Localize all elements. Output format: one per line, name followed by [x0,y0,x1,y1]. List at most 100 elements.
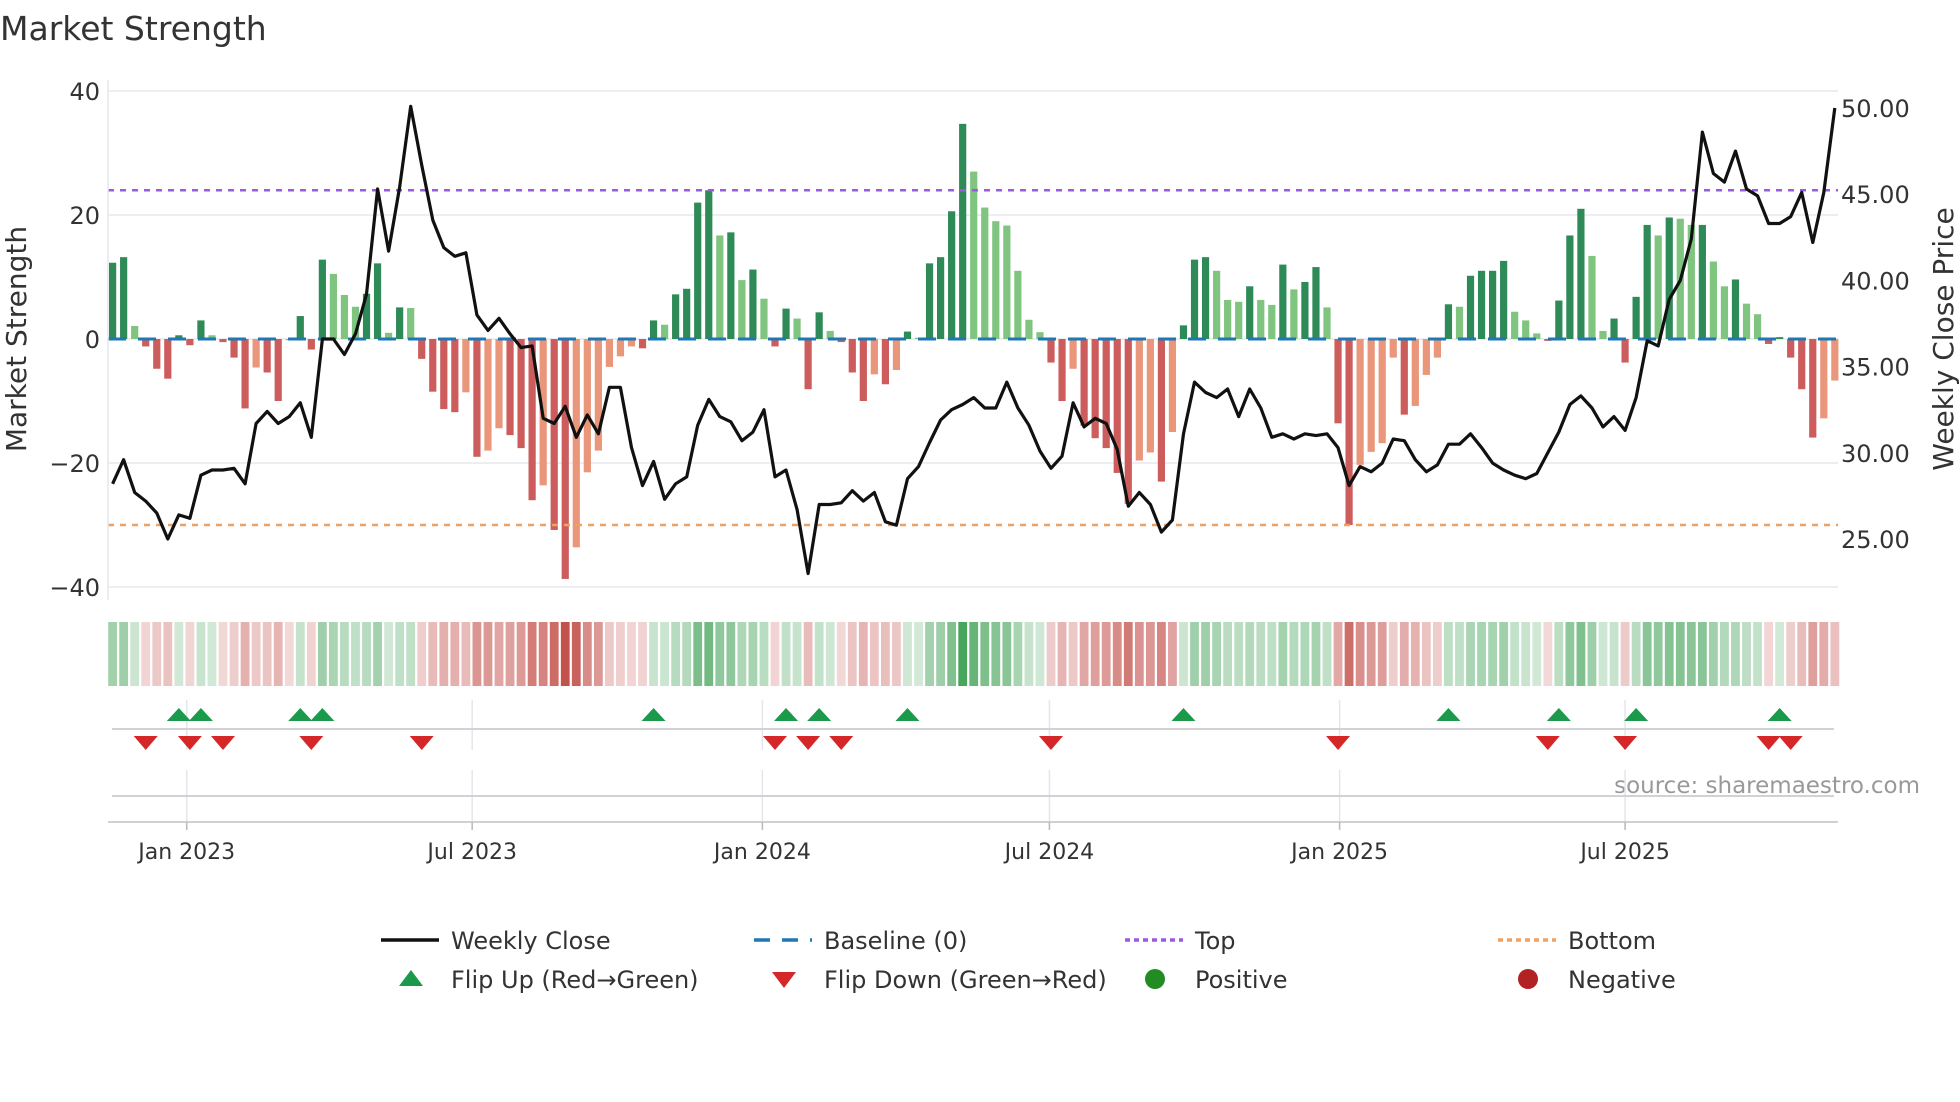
flip-down-marker [1756,736,1781,750]
strength-bar [1555,300,1563,339]
heat-cell [560,622,570,686]
heat-cell [593,622,603,686]
heat-cell [571,622,581,686]
strength-bar [1489,270,1497,339]
heat-cell [417,622,427,686]
heat-cell [847,622,857,686]
heat-cell [803,622,813,686]
y-tick-label: −40 [49,574,100,602]
strength-bar [1014,270,1022,339]
heat-cell [925,622,934,686]
heat-cell [1565,622,1575,686]
strength-bar [1455,306,1464,339]
flip-up-marker [310,708,335,721]
heat-cell [494,622,504,686]
y-tick-label: −20 [49,450,100,478]
strength-bar [683,288,691,339]
y2-axis-label: Weekly Close Price [1927,207,1960,470]
flip-down-marker [763,736,787,750]
flip-up-marker [188,708,213,721]
heat-cell [869,622,879,686]
heat-cell [1267,622,1277,686]
y2-tick-label: 25.00 [1841,526,1910,554]
y-axis-label: Market Strength [0,226,33,452]
y2-tick-label: 50.00 [1841,95,1910,123]
heat-cell [1344,622,1354,686]
y-tick-label: 40 [69,78,100,106]
strength-bar [1367,339,1375,452]
heat-cell [1775,622,1785,686]
strength-bar [1345,339,1353,525]
heat-cell [1046,622,1056,686]
heat-cell [1742,622,1751,686]
strength-bar [992,221,1000,339]
strength-bar [948,211,956,339]
heat-cell [660,622,669,686]
heat-cell [1455,622,1464,686]
flip-markers [112,708,1834,797]
y-tick-label: 20 [69,202,100,230]
heat-cell [1179,622,1188,686]
strength-bar [727,232,735,339]
heat-cell [119,622,129,686]
strength-bar [407,308,415,339]
strength-bar [1069,339,1077,369]
strength-bar [1411,339,1419,406]
strength-bar [462,339,470,393]
strength-bar [881,339,889,385]
heat-cell [1256,622,1266,686]
heat-cell [1212,622,1221,686]
chart-title: Market Strength [0,9,267,48]
heat-cell [1234,622,1244,686]
heat-cell [196,622,206,686]
strength-bar [120,257,128,339]
dot-icon [1518,969,1538,989]
strength-bar [605,339,613,367]
heat-cell [295,622,305,686]
heat-cell [1223,622,1233,686]
strength-bar [1213,270,1221,339]
strength-bar [1224,299,1232,339]
strength-bar [970,171,978,339]
y2-tick-label: 45.00 [1841,181,1910,209]
heat-cell [1002,622,1012,686]
strength-bar [1389,339,1397,358]
heat-cell [1101,622,1111,686]
heat-cell [395,622,405,686]
heat-cell [1355,622,1365,686]
x-tick-label: Jan 2024 [712,840,811,865]
heat-cell [1090,622,1100,686]
heat-cell [1322,622,1332,686]
heat-cell [538,622,548,686]
heat-cell [1499,622,1509,686]
heat-cell [1201,622,1210,686]
flip-up-marker [1171,708,1196,721]
heat-cell [1410,622,1420,686]
heat-cell [759,622,769,686]
triangle-up-icon [399,970,423,986]
heat-cell [1245,622,1255,686]
flip-up-marker [288,708,313,721]
strength-bar [484,339,492,451]
strength-bar [1477,270,1486,339]
strength-bar [252,339,260,368]
heat-cell [903,622,912,686]
strength-bar [1720,286,1729,339]
strength-bar [738,280,746,339]
strength-bar [672,294,680,339]
heat-cell [1477,622,1486,686]
heat-cell [1421,622,1431,686]
strength-bar [1257,299,1265,339]
heat-cell [969,622,979,686]
strength-bar [1422,339,1430,375]
strength-bar [1610,318,1618,339]
strength-bar [1003,225,1011,339]
heat-cell [329,622,338,686]
heat-cell [1300,622,1310,686]
heat-cell [1145,622,1155,686]
legend-weekly-close-label: Weekly Close [451,927,611,955]
heat-cell [406,622,416,686]
heat-cell [340,622,349,686]
flip-up-marker [774,708,799,721]
heat-cell [1554,622,1564,686]
